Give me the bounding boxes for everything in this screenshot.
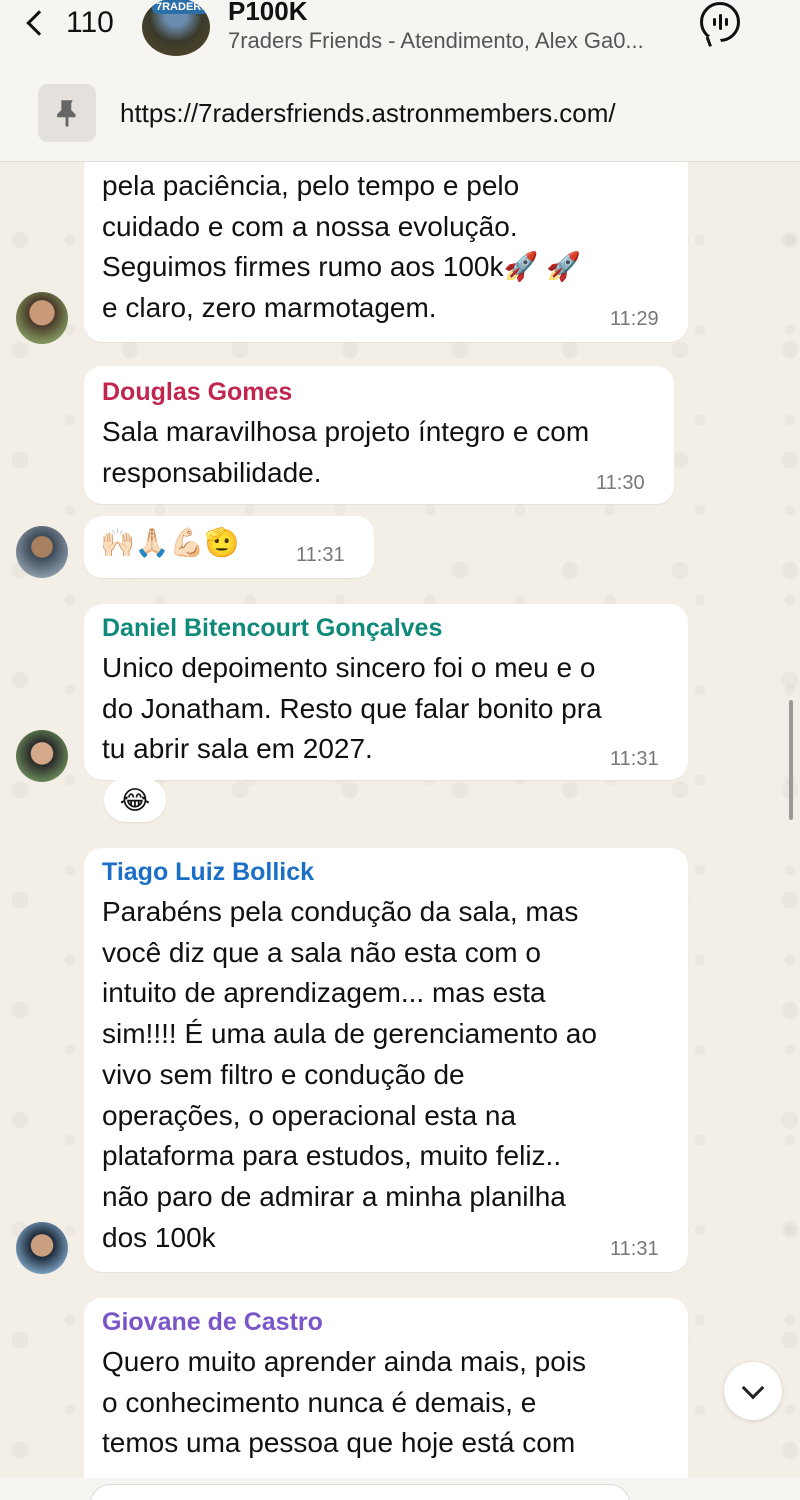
chevron-down-icon	[741, 1376, 765, 1400]
message-bubble[interactable]: 🙌🏻🙏🏻💪🏻🫡 11:31	[84, 516, 374, 578]
message-line: Parabéns pela condução da sala, mas	[102, 896, 579, 927]
chevron-left-icon	[26, 10, 52, 36]
message-line: Unico depoimento sincero foi o meu e o	[102, 652, 596, 683]
message-bubble[interactable]: Giovane de Castro Quero muito aprender a…	[84, 1298, 688, 1498]
message-time: 11:31	[610, 748, 659, 770]
emoji-message: 🙌🏻🙏🏻💪🏻🫡	[100, 527, 240, 558]
message-line: pela paciência, pelo tempo e pelo	[102, 170, 520, 201]
composer-bar	[0, 1478, 800, 1500]
sender-name[interactable]: Giovane de Castro	[102, 1308, 323, 1337]
group-avatar-logo: 7RADERS	[152, 0, 210, 14]
scroll-to-bottom-button[interactable]	[724, 1362, 782, 1420]
group-avatar[interactable]: 7RADERS	[142, 0, 210, 56]
chat-subtitle[interactable]: 7raders Friends - Atendimento, Alex Ga0.…	[228, 28, 644, 54]
message-bubble[interactable]: Tiago Luiz Bollick Parabéns pela conduçã…	[84, 848, 688, 1272]
chat-header: 110 7RADERS P100K 7raders Friends - Aten…	[0, 0, 800, 70]
avatar[interactable]	[16, 526, 68, 578]
message-line: você diz que a sala não esta com o	[102, 936, 541, 968]
message-input[interactable]	[90, 1484, 630, 1500]
voice-chat-icon[interactable]	[700, 2, 740, 42]
message-line: plataforma para estudos, muito feliz..	[102, 1140, 562, 1172]
avatar[interactable]	[16, 730, 68, 782]
message-line: vivo sem filtro e condução de	[102, 1058, 465, 1090]
chat-title[interactable]: P100K	[228, 0, 308, 27]
message-line: sim!!!! É uma aula de gerenciamento ao	[102, 1018, 597, 1050]
message-time: 11:29	[610, 308, 659, 330]
scrollbar[interactable]	[789, 700, 793, 820]
message-line: Sala maravilhosa projeto íntegro e com	[102, 416, 590, 447]
message-time: 11:30	[596, 472, 645, 494]
unread-count: 110	[66, 6, 114, 39]
message-line: do Jonatham. Resto que falar bonito pra	[102, 692, 602, 724]
sender-name[interactable]: Daniel Bitencourt Gonçalves	[102, 614, 442, 643]
avatar[interactable]	[16, 1222, 68, 1274]
message-line: temos uma pessoa que hoje está com	[102, 1427, 576, 1459]
message-line: responsabilidade.	[102, 456, 322, 488]
pinned-message-bar[interactable]: https://7radersfriends.astronmembers.com…	[0, 70, 800, 162]
pinned-url[interactable]: https://7radersfriends.astronmembers.com…	[120, 98, 616, 129]
message-line: cuidado e com a nossa evolução.	[102, 210, 518, 242]
pin-icon	[38, 84, 96, 142]
sender-name[interactable]: Tiago Luiz Bollick	[102, 858, 314, 887]
message-line: intuito de aprendizagem... mas esta	[102, 977, 546, 1009]
avatar[interactable]	[16, 292, 68, 344]
sender-name[interactable]: Douglas Gomes	[102, 378, 292, 407]
message-line: o conhecimento nunca é demais, e	[102, 1386, 537, 1418]
message-line: dos 100k	[102, 1221, 216, 1253]
message-line: Quero muito aprender ainda mais, pois	[102, 1346, 587, 1377]
message-bubble[interactable]: Douglas Gomes Sala maravilhosa projeto í…	[84, 366, 674, 504]
message-time: 11:31	[296, 544, 345, 566]
message-bubble[interactable]: Daniel Bitencourt Gonçalves Unico depoim…	[84, 604, 688, 780]
message-time: 11:31	[610, 1238, 659, 1260]
reaction-badge[interactable]: 😂	[104, 778, 166, 822]
back-button[interactable]: 110	[22, 6, 114, 40]
message-line: e claro, zero marmotagem.	[102, 292, 437, 324]
message-line: operações, o operacional esta na	[102, 1099, 517, 1131]
message-line: não paro de admirar a minha planilha	[102, 1180, 566, 1212]
message-bubble[interactable]: pela paciência, pelo tempo e pelo cuidad…	[84, 150, 688, 342]
message-line: tu abrir sala em 2027.	[102, 733, 373, 765]
message-line: Seguimos firmes rumo aos 100k🚀 🚀	[102, 251, 582, 283]
